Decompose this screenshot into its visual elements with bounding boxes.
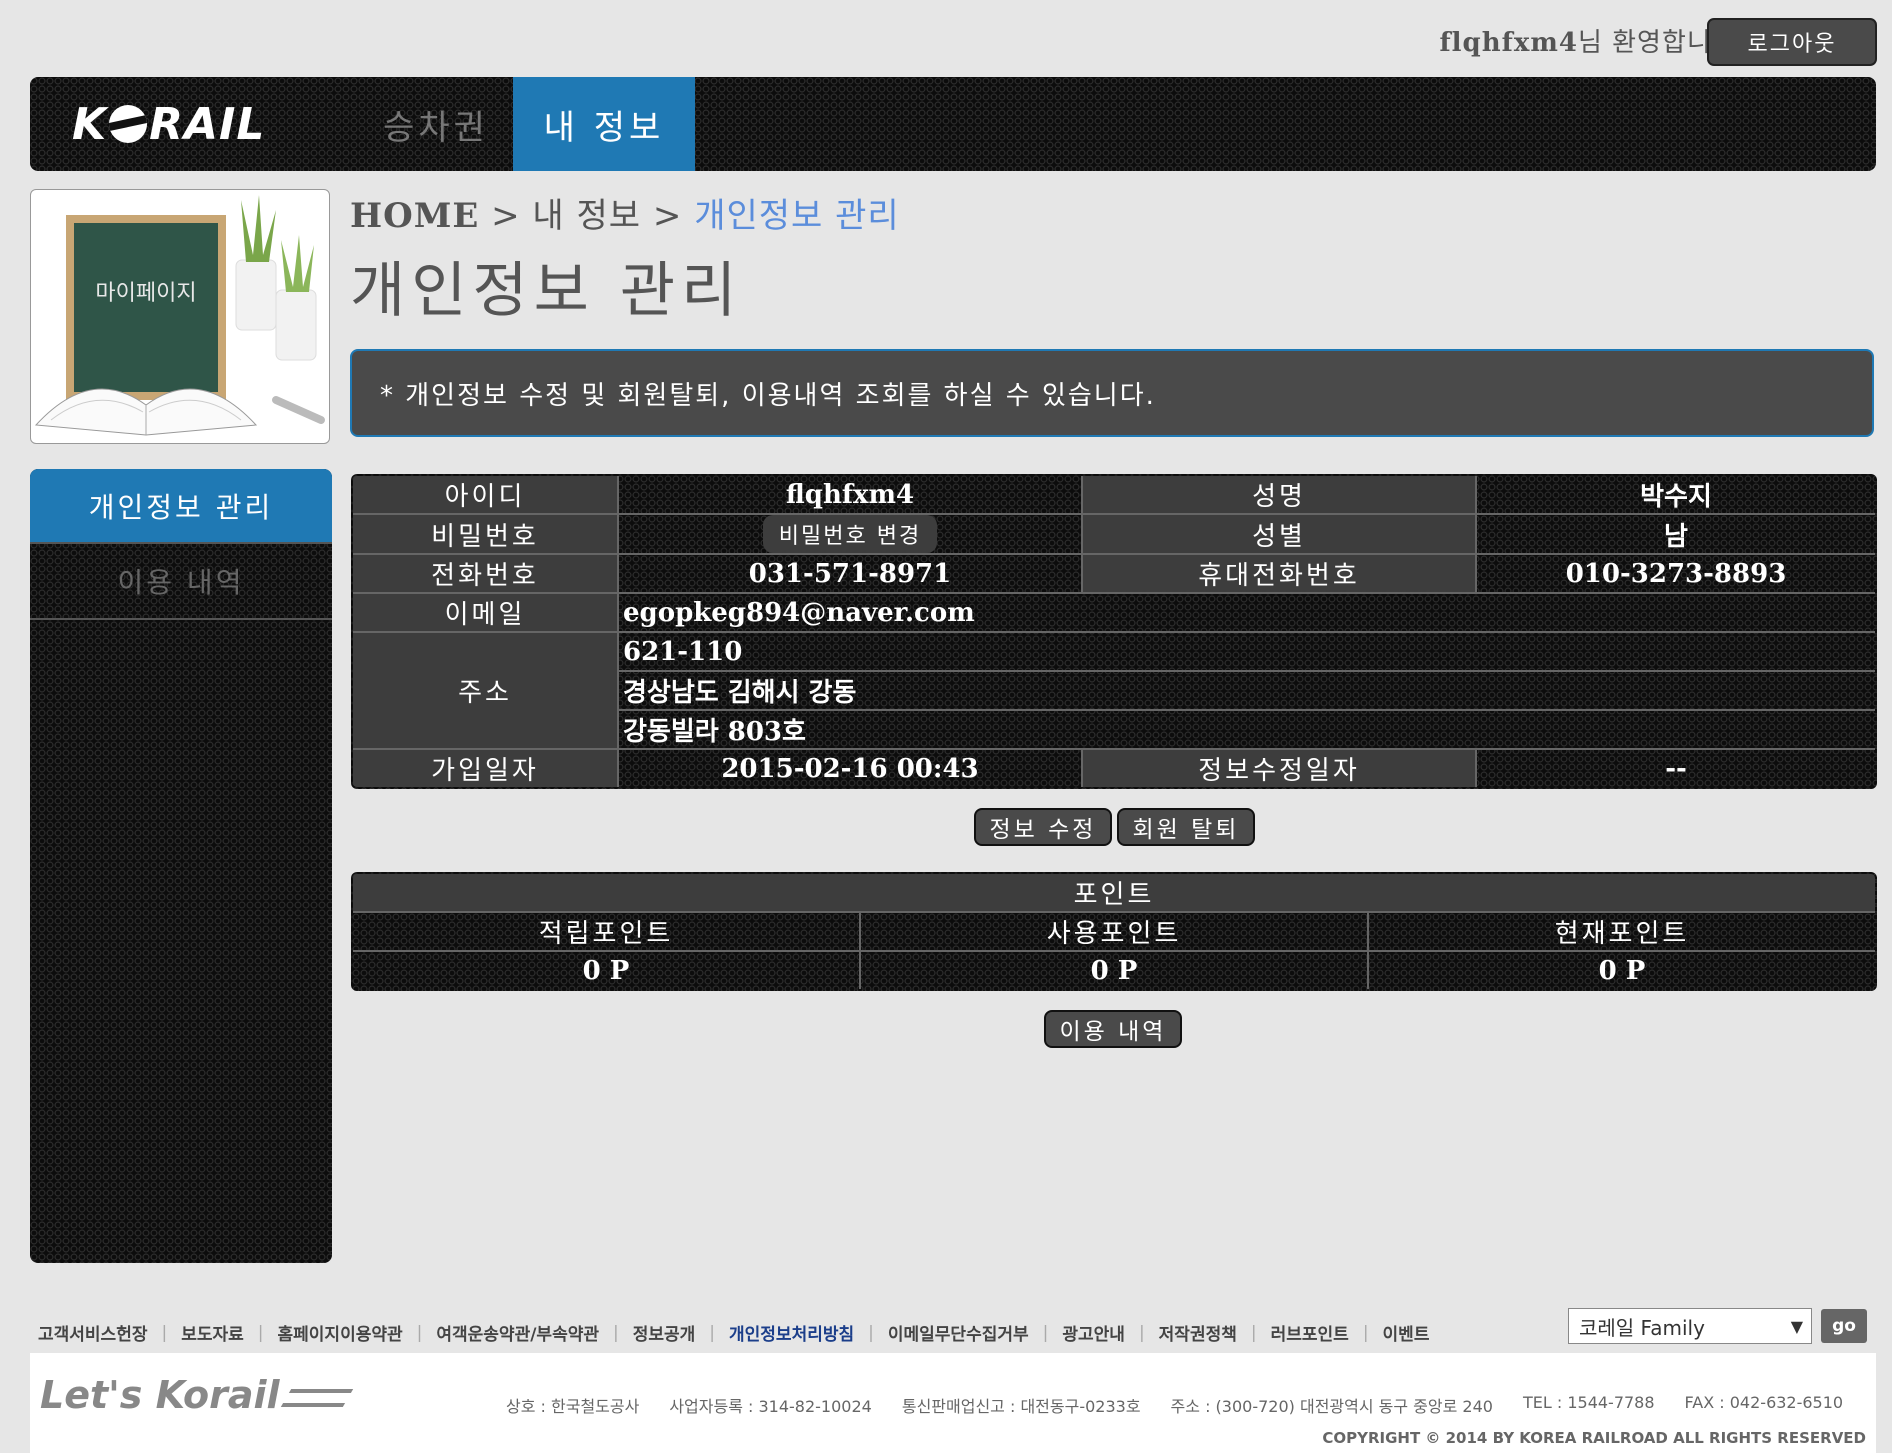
breadcrumb-separator: > <box>491 196 521 236</box>
address-zip: 621-110 <box>617 631 1875 672</box>
footer-link-terms[interactable]: 홈페이지이용약관 <box>278 1320 403 1345</box>
copyright: COPYRIGHT © 2014 BY KOREA RAILROAD ALL R… <box>1322 1429 1866 1447</box>
table-row: 0 P 0 P 0 P <box>353 950 1876 989</box>
modified-date-value: -- <box>1475 748 1875 787</box>
breadcrumb-section[interactable]: 내 정보 <box>532 196 641 236</box>
join-date-value: 2015-02-16 00:43 <box>617 748 1083 787</box>
dropdown-arrow-icon: ▼ <box>1790 1316 1803 1336</box>
footer-link-customer-charter[interactable]: 고객서비스헌장 <box>38 1320 147 1345</box>
table-row: 적립포인트 사용포인트 현재포인트 <box>353 911 1876 952</box>
logo-circle-icon <box>109 105 148 143</box>
footer-link-disclosure[interactable]: 정보공개 <box>633 1320 696 1345</box>
table-row: 비밀번호 비밀번호 변경 성별 남 <box>353 513 1875 555</box>
table-row: 아이디 flqhfxm4 성명 박수지 <box>353 476 1875 515</box>
sidebar-item-history[interactable]: 이용 내역 <box>30 544 332 620</box>
address-line2: 강동빌라 803호 <box>617 709 1875 750</box>
breadcrumb-separator: > <box>652 196 683 236</box>
footer-link-privacy-policy[interactable]: 개인정보처리방침 <box>729 1320 854 1345</box>
mobile-value: 010-3273-8893 <box>1475 553 1875 594</box>
breadcrumb-home[interactable]: HOME <box>350 196 479 236</box>
join-date-label: 가입일자 <box>353 748 619 787</box>
mobile-label: 휴대전화번호 <box>1081 553 1477 594</box>
earned-points-value: 0 P <box>353 950 861 989</box>
sidebar-item-profile[interactable]: 개인정보 관리 <box>30 469 332 544</box>
company-name: 상호 : 한국철도공사 <box>506 1397 640 1416</box>
earned-points-label: 적립포인트 <box>353 911 861 952</box>
phone-value: 031-571-8971 <box>617 553 1083 594</box>
footer-link-love-point[interactable]: 러브포인트 <box>1271 1320 1349 1345</box>
edit-info-button[interactable]: 정보 수정 <box>974 808 1112 846</box>
phone-label: 전화번호 <box>353 553 619 594</box>
breadcrumb-current: 개인정보 관리 <box>694 196 900 236</box>
logout-button[interactable]: 로그아웃 <box>1707 18 1877 66</box>
usage-history-button[interactable]: 이용 내역 <box>1044 1010 1182 1048</box>
breadcrumb: HOME > 내 정보 > 개인정보 관리 <box>350 188 900 237</box>
username: flqhfxm4 <box>1439 28 1578 58</box>
footer-link-press[interactable]: 보도자료 <box>181 1320 244 1345</box>
nav-tab-ticket[interactable]: 승차권 <box>360 77 512 171</box>
notice-banner: * 개인정보 수정 및 회원탈퇴, 이용내역 조회를 하실 수 있습니다. <box>350 349 1874 437</box>
mail-order-number: 통신판매업신고 : 대전동구-0233호 <box>901 1397 1141 1416</box>
chalkboard-illustration: 마이페이지 <box>34 195 325 436</box>
table-row: 포인트 <box>353 874 1876 913</box>
change-password-button[interactable]: 비밀번호 변경 <box>762 515 938 553</box>
family-site-selected: 코레일 Family <box>1579 1315 1705 1340</box>
table-row: 이메일 egopkeg894@naver.com <box>353 592 1875 633</box>
mypage-illustration: 마이페이지 <box>30 189 330 444</box>
footer-link-email-refusal[interactable]: 이메일무단수집거부 <box>888 1320 1029 1345</box>
footer-link-ads[interactable]: 광고안내 <box>1062 1320 1125 1345</box>
table-row: 전화번호 031-571-8971 휴대전화번호 010-3273-8893 <box>353 553 1875 594</box>
withdraw-button[interactable]: 회원 탈퇴 <box>1117 808 1255 846</box>
chalkboard-text: 마이페이지 <box>95 281 196 306</box>
address-label: 주소 <box>353 631 619 750</box>
company-address: 주소 : (300-720) 대전광역시 동구 중앙로 240 <box>1170 1397 1493 1416</box>
used-points-label: 사용포인트 <box>859 911 1369 952</box>
footer-info-bar: Let's Korail 상호 : 한국철도공사 사업자등록 : 314-82-… <box>30 1353 1876 1453</box>
logo-lines-icon <box>280 1388 353 1407</box>
gender-label: 성별 <box>1081 513 1477 555</box>
points-title: 포인트 <box>353 874 1876 913</box>
footer-link-copyright[interactable]: 저작권정책 <box>1159 1320 1237 1345</box>
footer-link-event[interactable]: 이벤트 <box>1383 1320 1430 1345</box>
gender-value: 남 <box>1475 513 1875 555</box>
company-tel: TEL : 1544-7788 <box>1522 1393 1655 1412</box>
lets-korail-logo: Let's Korail <box>40 1373 353 1417</box>
welcome-message: flqhfxm4님 환영합니다. <box>1440 22 1747 59</box>
nav-tab-myinfo[interactable]: 내 정보 <box>513 77 695 171</box>
company-info: 상호 : 한국철도공사 사업자등록 : 314-82-10024 통신판매업신고… <box>506 1393 1873 1417</box>
current-points-label: 현재포인트 <box>1366 911 1876 952</box>
address-line1: 경상남도 김해시 강동 <box>617 670 1875 711</box>
id-label: 아이디 <box>353 476 619 515</box>
email-label: 이메일 <box>353 592 619 633</box>
family-site-select[interactable]: 코레일 Family ▼ <box>1568 1308 1812 1344</box>
footer-links: 고객서비스헌장 | 보도자료 | 홈페이지이용약관 | 여객운송약관/부속약관 | 정보… <box>38 1320 1430 1346</box>
current-points-value: 0 P <box>1366 950 1876 989</box>
sidebar: 개인정보 관리 이용 내역 <box>30 469 332 1263</box>
main-navbar: K RAIL 승차권 내 정보 <box>30 77 1876 171</box>
password-label: 비밀번호 <box>353 513 619 555</box>
used-points-value: 0 P <box>859 950 1369 989</box>
company-fax: FAX : 042-632-6510 <box>1684 1393 1844 1412</box>
table-row: 주소 621-110 <box>353 631 1875 750</box>
points-table: 포인트 적립포인트 사용포인트 현재포인트 0 P 0 P 0 P <box>351 872 1878 991</box>
id-value: flqhfxm4 <box>617 476 1083 515</box>
modified-date-label: 정보수정일자 <box>1081 748 1477 787</box>
name-value: 박수지 <box>1475 476 1875 515</box>
go-button[interactable]: go <box>1821 1309 1867 1343</box>
password-cell: 비밀번호 변경 <box>617 513 1083 555</box>
page-title: 개인정보 관리 <box>350 256 743 326</box>
business-number: 사업자등록 : 314-82-10024 <box>669 1397 872 1416</box>
email-value: egopkeg894@naver.com <box>617 592 1875 633</box>
table-row: 가입일자 2015-02-16 00:43 정보수정일자 -- <box>353 748 1875 787</box>
name-label: 성명 <box>1081 476 1477 515</box>
member-info-table: 아이디 flqhfxm4 성명 박수지 비밀번호 비밀번호 변경 성별 남 전화… <box>351 474 1877 789</box>
footer-link-transport-terms[interactable]: 여객운송약관/부속약관 <box>436 1320 599 1345</box>
korail-logo[interactable]: K RAIL <box>72 99 265 150</box>
